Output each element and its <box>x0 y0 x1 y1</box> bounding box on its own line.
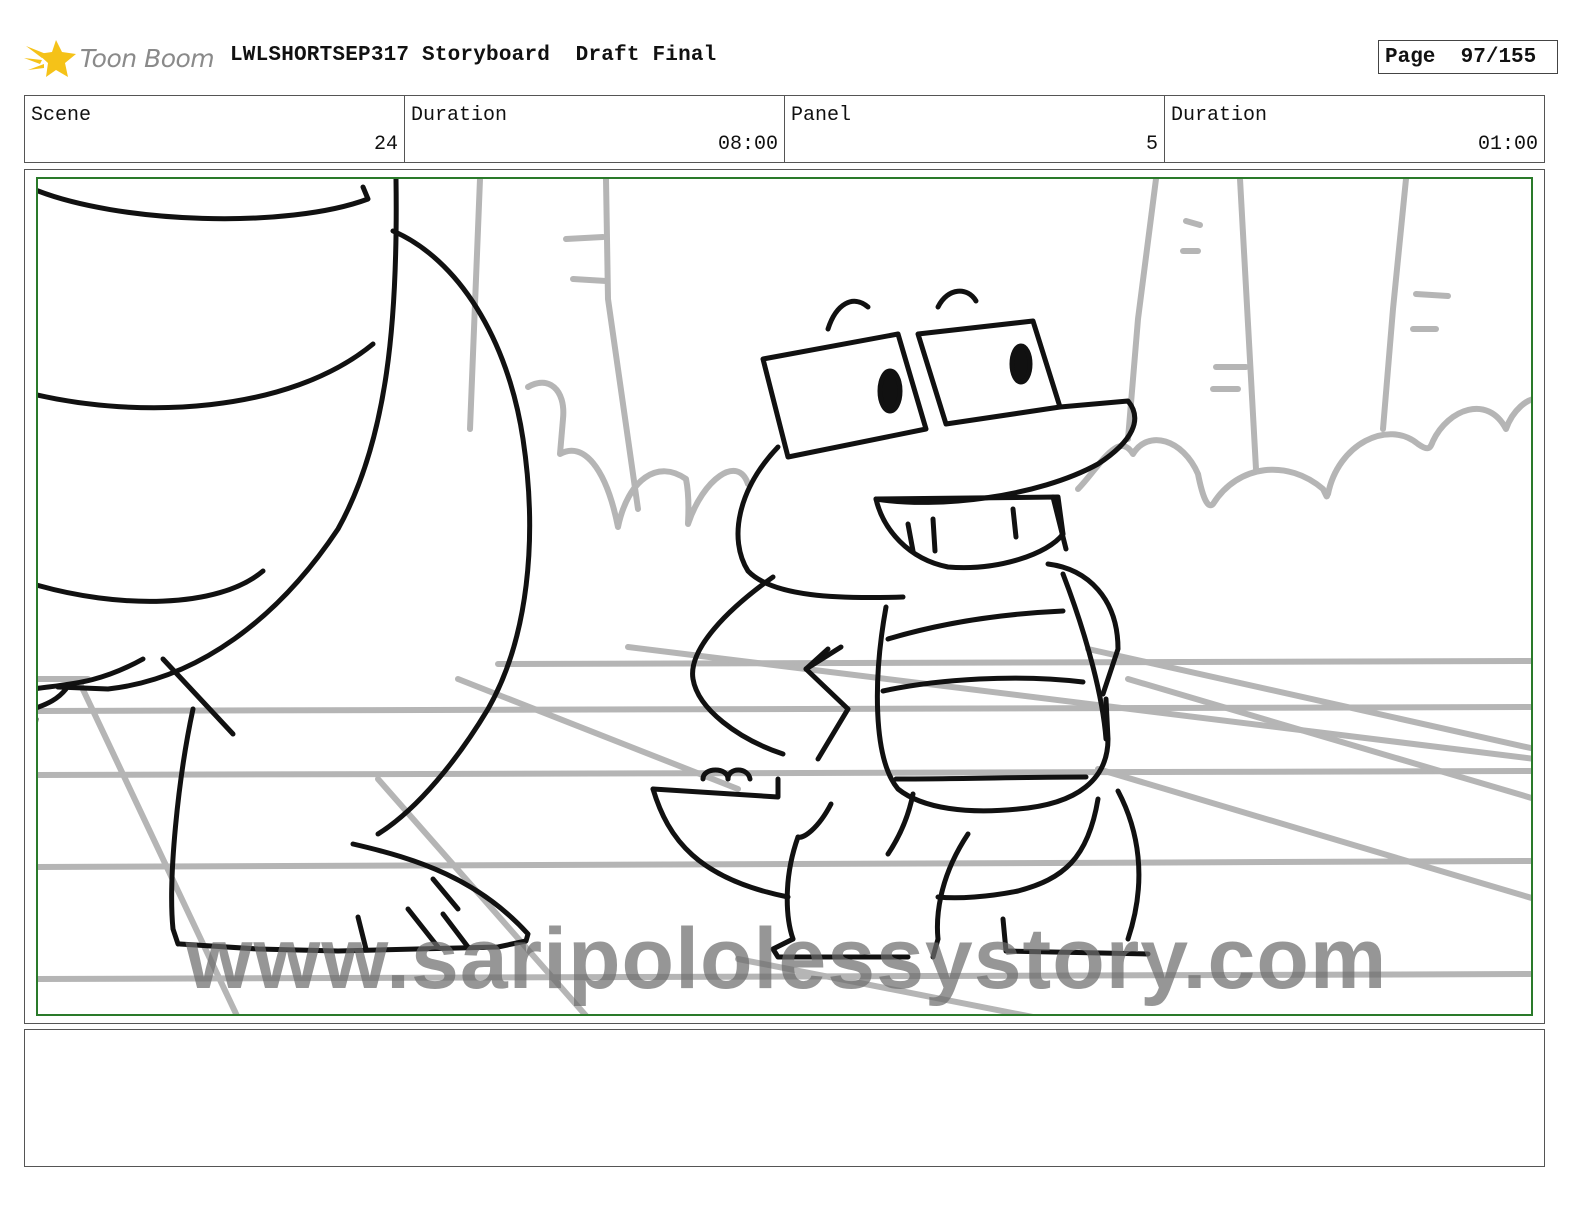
panel-label: Panel <box>791 104 852 127</box>
large-character-sketch <box>38 179 533 954</box>
panel-image: www.saripololessystory.com <box>36 177 1533 1016</box>
panel-cell: Panel 5 <box>785 96 1165 162</box>
crocodile-character-sketch <box>650 288 1151 960</box>
storyboard-sketch <box>38 179 1531 1014</box>
toon-boom-logo: Toon Boom <box>24 32 215 84</box>
panel-duration-cell: Duration 01:00 <box>1165 96 1544 162</box>
scene-label: Scene <box>31 104 92 127</box>
page-number: 97/155 <box>1460 45 1537 69</box>
panel-duration-label: Duration <box>1171 104 1268 127</box>
star-logo-icon <box>24 40 76 77</box>
panel-info-row: Scene 24 Duration 08:00 Panel 5 Duration… <box>24 95 1545 163</box>
scene-duration-cell: Duration 08:00 <box>405 96 785 162</box>
watermark-text: www.saripololessystory.com <box>185 911 1388 1007</box>
panel-duration-value: 01:00 <box>1477 133 1538 156</box>
caption-box <box>24 1029 1545 1167</box>
logo-wordmark: Toon Boom <box>80 43 215 73</box>
document-title: LWLSHORTSEP317 Storyboard Draft Final <box>230 44 717 67</box>
scene-number: 24 <box>373 133 398 156</box>
panel-number: 5 <box>1145 133 1158 156</box>
scene-cell: Scene 24 <box>25 96 405 162</box>
storyboard-header: Toon Boom LWLSHORTSEP317 Storyboard Draf… <box>24 28 1558 88</box>
page-indicator: Page 97/155 <box>1378 40 1558 74</box>
page-label: Page <box>1385 45 1436 69</box>
scene-duration-label: Duration <box>411 104 508 127</box>
scene-duration-value: 08:00 <box>717 133 778 156</box>
